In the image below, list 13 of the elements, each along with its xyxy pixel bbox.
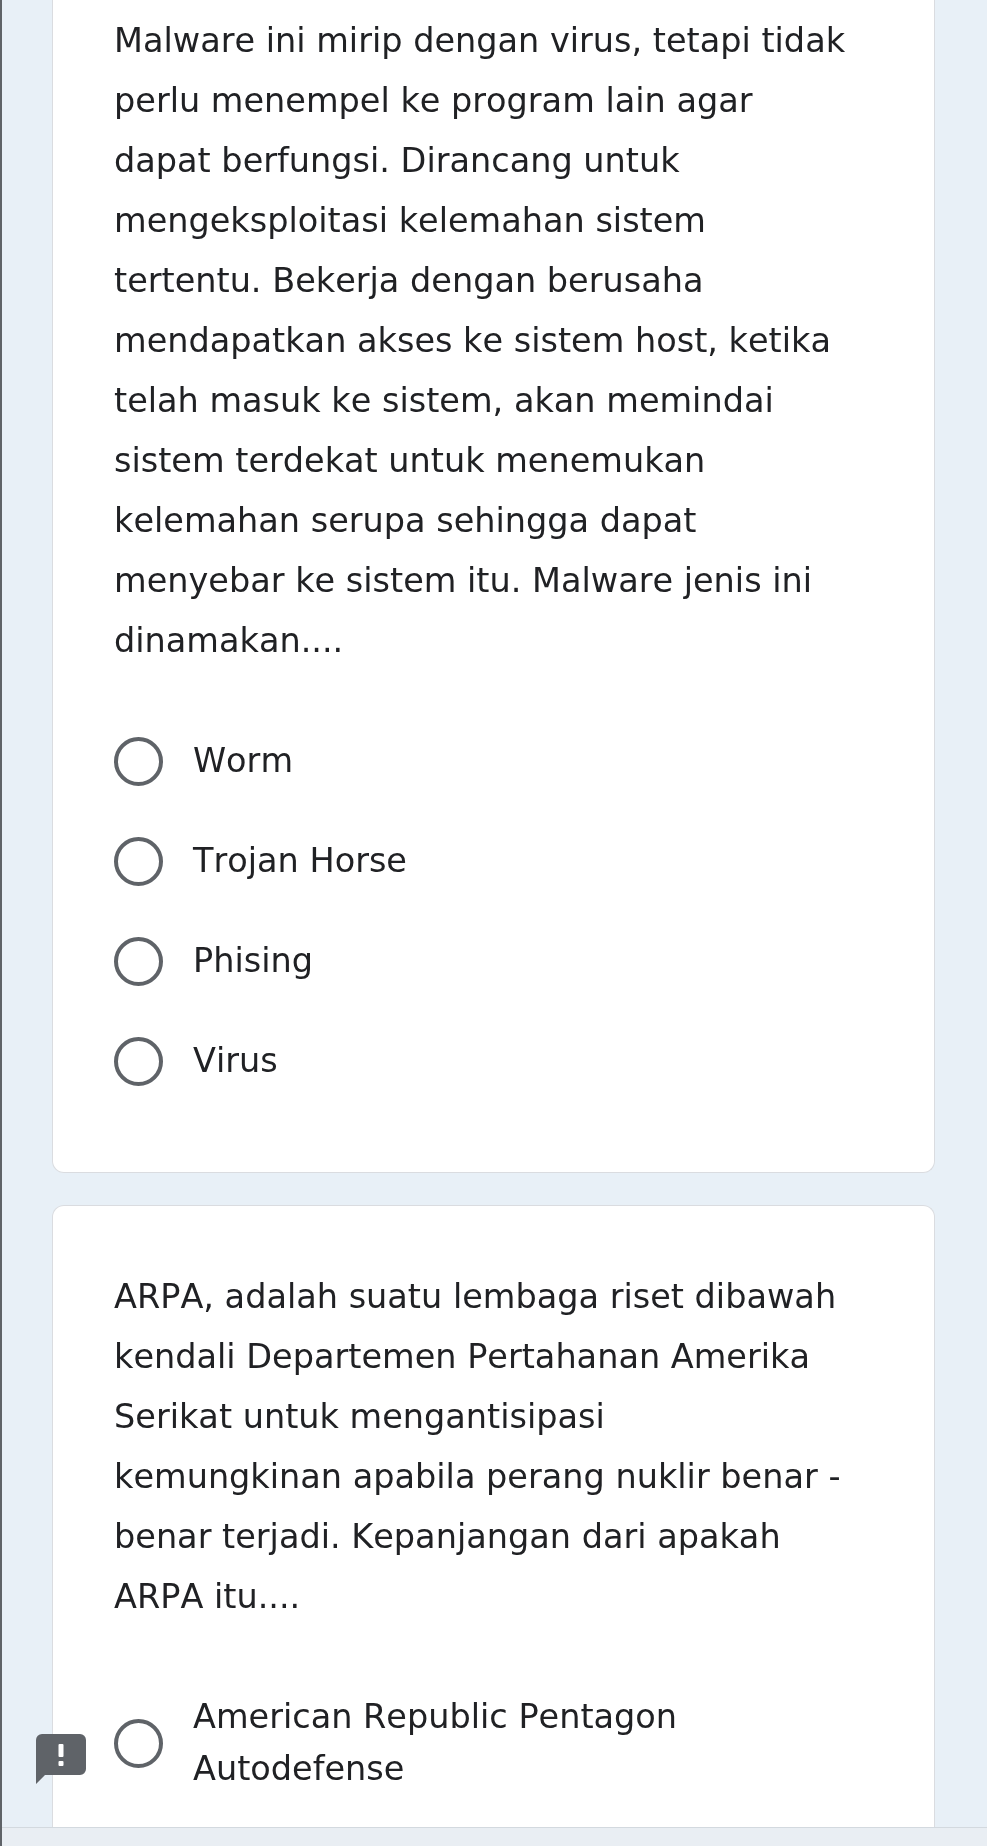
- option-label[interactable]: Trojan Horse: [193, 835, 407, 887]
- radio-button[interactable]: [114, 836, 163, 886]
- option-label[interactable]: American Republic Pentagon Autodefense: [193, 1691, 858, 1795]
- radio-button[interactable]: [114, 1036, 163, 1086]
- option-label[interactable]: Virus: [193, 1035, 278, 1087]
- radio-button[interactable]: [114, 736, 163, 786]
- question-text: Malware ini mirip dengan virus, tetapi tidak perlu menempel ke program lain agar dapat berfungsi. Dirancang untuk mengeksploitasi kelemahan sistem tertentu. Bekerja dengan berusaha mendapatkan akses ke sistem host, ketika telah masuk ke sistem, akan memindai sistem terdekat untuk menemukan kelemahan serupa sehingga dapat menyebar ke sistem itu. Malware jenis ini dinamakan....: [114, 20, 847, 662]
- radio-button[interactable]: [114, 936, 163, 986]
- radio-button[interactable]: [114, 1718, 163, 1768]
- alert-bubble-icon[interactable]: [36, 1734, 86, 1784]
- option-label[interactable]: Worm: [193, 735, 294, 787]
- question-text: ARPA, adalah suatu lembaga riset dibawah kendali Departemen Pertahanan Amerika Serikat untuk mengantisipasi kemungkinan apabila perang nuklir benar - benar terjadi. Kepanjangan dari apakah ARPA itu....: [114, 1276, 842, 1618]
- option-label[interactable]: Phising: [193, 935, 313, 987]
